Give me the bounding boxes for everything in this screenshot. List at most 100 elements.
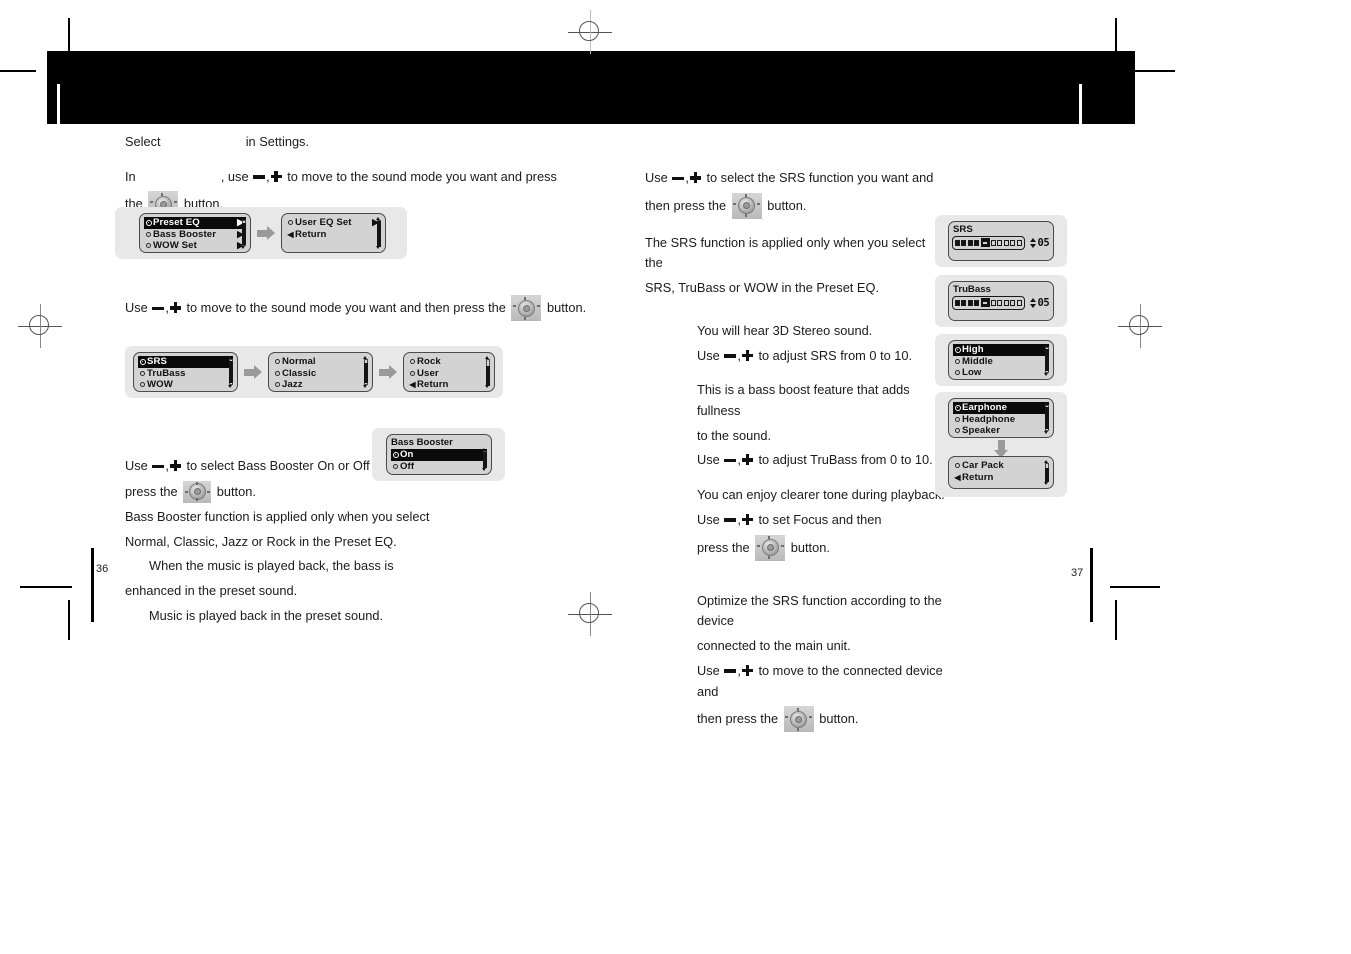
lcd-row-srs[interactable]: SRS — [138, 356, 233, 368]
lcd-row-user[interactable]: User — [408, 368, 490, 380]
lcd-row-jazz[interactable]: Jazz — [273, 379, 368, 391]
text-use: Use — [697, 452, 720, 468]
radio-icon — [286, 220, 295, 226]
lcd-row-rock[interactable]: Rock — [408, 356, 490, 368]
trubass-level-meter[interactable]: 05 — [949, 295, 1053, 310]
paragraph-bass-booster-press: press the button. — [125, 480, 635, 503]
trim-mark-top-right — [1115, 18, 1117, 56]
paragraph-focus-desc: You can enjoy clearer tone during playba… — [697, 487, 945, 503]
joystick-button-icon — [183, 480, 212, 503]
lcd-row-wow[interactable]: WOW — [138, 379, 233, 391]
radio-icon — [408, 359, 417, 365]
srs-level-meter[interactable]: 05 — [949, 235, 1053, 250]
lcd-row-preset-eq[interactable]: Preset EQ ▶ — [144, 217, 246, 229]
paragraph-srs-select: Use , to select the SRS function you wan… — [645, 170, 934, 185]
lcd-row-return[interactable]: ◀ Return — [408, 379, 490, 391]
meter-track[interactable] — [952, 236, 1025, 250]
lcd-screen-bass-booster[interactable]: Bass Booster On Off — [386, 434, 492, 475]
lcd-row-label: Return — [417, 379, 449, 391]
registration-mark-right-icon — [1118, 304, 1162, 348]
lcd-row-label: Jazz — [282, 379, 303, 391]
lcd-screen-user-eq-set[interactable]: User EQ Set ▶ ◀ Return — [281, 213, 386, 253]
lcd-screen-eq-presets[interactable]: Normal Classic Jazz — [268, 352, 373, 392]
text-select-prefix: Select — [125, 134, 161, 149]
lcd-row-bass-booster[interactable]: Bass Booster ▶ — [144, 229, 246, 241]
lcd-row-classic[interactable]: Classic — [273, 368, 368, 380]
header-bar-notch-left — [57, 84, 60, 124]
scroll-thumb — [1044, 407, 1049, 429]
lcd-row-middle[interactable]: Middle — [953, 356, 1049, 368]
paragraph-trubass-desc-line1: This is a bass boost feature that adds f… — [697, 382, 910, 419]
lcd-row-trubass[interactable]: TruBass — [138, 368, 233, 380]
scroll-thumb — [1044, 468, 1049, 482]
text-button: button. — [547, 300, 587, 316]
lcd-scrollbar[interactable] — [375, 217, 382, 249]
joystick-button-icon — [755, 534, 786, 561]
scroll-thumb — [485, 366, 490, 386]
lcd-screen-device[interactable]: Earphone Headphone Speaker — [948, 398, 1054, 438]
lcd-row-user-eq-set[interactable]: User EQ Set ▶ — [286, 217, 381, 229]
scroll-down-arrow-icon — [228, 385, 232, 388]
text-select-srs: to select the SRS function you want and — [706, 170, 934, 185]
text-move-then-press: to move to the sound mode you want and t… — [186, 300, 506, 316]
lcd-row-label: Low — [962, 367, 982, 379]
lcd-row-car-pack[interactable]: Car Pack — [953, 460, 1049, 472]
lcd-row-label: WOW Set — [153, 240, 197, 252]
paragraph-sound-mode: In , use , to move to the sound mode you… — [125, 168, 557, 184]
lcd-scrollbar[interactable] — [227, 356, 234, 388]
spine-rule-right — [1090, 548, 1093, 622]
lcd-screen-srs-level[interactable]: SRS 05 — [948, 221, 1054, 261]
lcd-scrollbar[interactable] — [484, 356, 491, 388]
lcd-row-label: Speaker — [962, 425, 1001, 437]
radio-icon — [953, 428, 962, 434]
radio-icon — [953, 416, 962, 422]
lcd-row-speaker[interactable]: Speaker — [953, 425, 1049, 437]
minus-button-icon — [672, 176, 685, 180]
flow-arrow-right-icon — [244, 365, 262, 380]
lcd-scrollbar[interactable] — [240, 217, 247, 249]
lcd-group-device: Earphone Headphone Speaker Car Pack ◀ Re… — [935, 392, 1067, 497]
plus-button-icon — [741, 513, 753, 525]
lcd-row-return[interactable]: ◀ Return — [953, 472, 1049, 484]
lcd-row-label: On — [400, 449, 414, 461]
back-arrow-icon: ◀ — [287, 229, 294, 239]
lcd-row-on[interactable]: On — [391, 449, 487, 461]
lcd-screen-preset-eq[interactable]: Preset EQ ▶ Bass Booster ▶ WOW Set ▶ — [139, 213, 251, 253]
minus-button-icon — [724, 518, 737, 522]
lcd-row-off[interactable]: Off — [391, 461, 487, 473]
lcd-scrollbar[interactable] — [1043, 460, 1050, 485]
lcd-screen-device-more[interactable]: Car Pack ◀ Return — [948, 456, 1054, 489]
lcd-screen-eq-presets-more[interactable]: Rock User ◀ Return — [403, 352, 495, 392]
text-button: button. — [819, 711, 859, 727]
lcd-row-normal[interactable]: Normal — [273, 356, 368, 368]
lcd-row-wow-set[interactable]: WOW Set ▶ — [144, 240, 246, 252]
meter-track[interactable] — [952, 296, 1025, 310]
lcd-screen-focus[interactable]: High Middle Low — [948, 340, 1054, 380]
lcd-row-low[interactable]: Low — [953, 367, 1049, 379]
trim-mark-top-left — [68, 18, 70, 56]
radio-selected-icon — [953, 346, 962, 353]
lcd-row-high[interactable]: High — [953, 344, 1049, 356]
plus-button-icon — [741, 454, 753, 466]
text-use: Use — [697, 347, 720, 363]
lcd-scrollbar[interactable] — [362, 356, 369, 388]
lcd-screen-trubass-level[interactable]: TruBass 05 — [948, 281, 1054, 321]
radio-icon — [144, 231, 153, 237]
text-then-press: then press the — [645, 197, 727, 213]
scroll-down-arrow-icon — [1044, 431, 1048, 434]
text-button: button. — [216, 483, 256, 499]
lcd-scrollbar[interactable] — [1043, 402, 1050, 434]
scroll-down-arrow-icon — [482, 468, 486, 471]
text-adjust-srs: to adjust SRS from 0 to 10. — [758, 347, 913, 363]
radio-selected-icon — [391, 451, 400, 458]
lcd-row-earphone[interactable]: Earphone — [953, 402, 1049, 414]
radio-icon — [953, 463, 962, 469]
lcd-scrollbar[interactable] — [1043, 344, 1050, 376]
lcd-row-headphone[interactable]: Headphone — [953, 414, 1049, 426]
paragraph-optimize-line2: connected to the main unit. — [697, 638, 851, 654]
paragraph-use-move-press: Use , to move to the sound mode you want… — [125, 295, 635, 322]
lcd-scrollbar[interactable] — [481, 448, 488, 471]
lcd-screen-srs-list[interactable]: SRS TruBass WOW — [133, 352, 238, 392]
lcd-row-return[interactable]: ◀ Return — [286, 229, 381, 241]
lcd-row-label: TruBass — [147, 367, 186, 379]
